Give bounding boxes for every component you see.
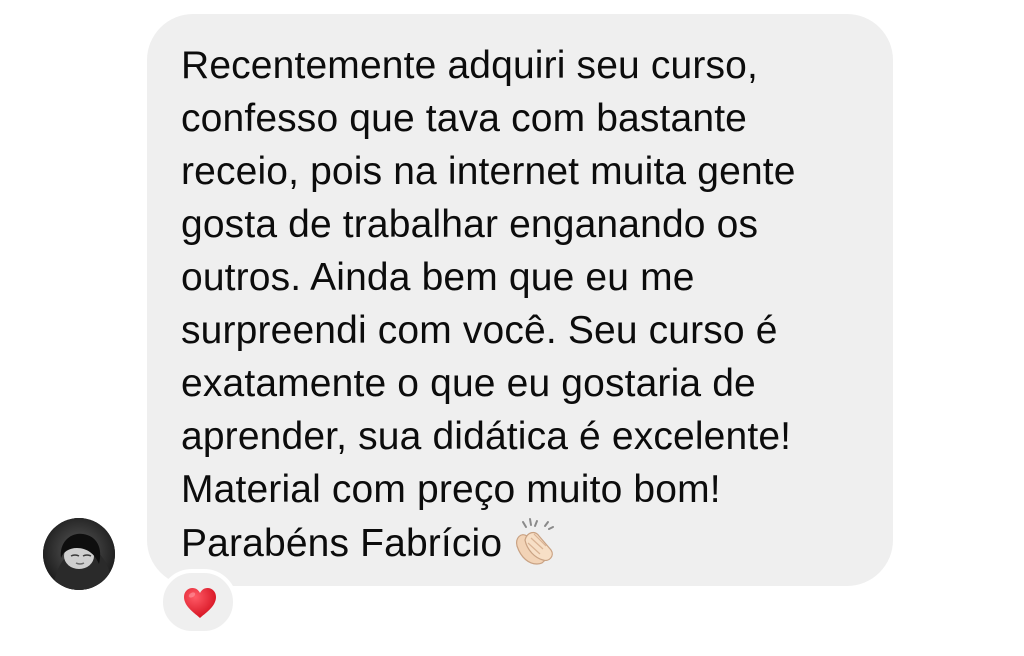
red-heart-icon <box>184 588 216 618</box>
message-line: surpreendi com você. Seu curso é <box>181 309 778 352</box>
avatar[interactable] <box>43 518 115 590</box>
message-line: Recentemente adquiri seu curso, <box>181 44 758 87</box>
message-line: Material com preço muito bom! <box>181 468 721 511</box>
message-text: Recentemente adquiri seu curso, confesso… <box>181 39 881 570</box>
message-line: receio, pois na internet muita gente <box>181 150 796 193</box>
message-line: exatamente o que eu gostaria de <box>181 362 756 405</box>
message-line: outros. Ainda bem que eu me <box>181 256 695 299</box>
clapping-hands-icon <box>503 516 561 566</box>
message-bubble[interactable]: Recentemente adquiri seu curso, confesso… <box>147 14 893 586</box>
message-line: gosta de trabalhar enganando os <box>181 203 759 246</box>
user-avatar-icon <box>43 518 115 590</box>
message-line: confesso que tava com bastante <box>181 97 748 140</box>
chat-thread: Recentemente adquiri seu curso, confesso… <box>0 0 1024 656</box>
message-line: Parabéns Fabrício <box>181 522 503 565</box>
reaction-badge[interactable] <box>159 569 237 635</box>
message-last-line: Parabéns Fabrício <box>181 516 881 570</box>
message-line: aprender, sua didática é excelente! <box>181 415 792 458</box>
